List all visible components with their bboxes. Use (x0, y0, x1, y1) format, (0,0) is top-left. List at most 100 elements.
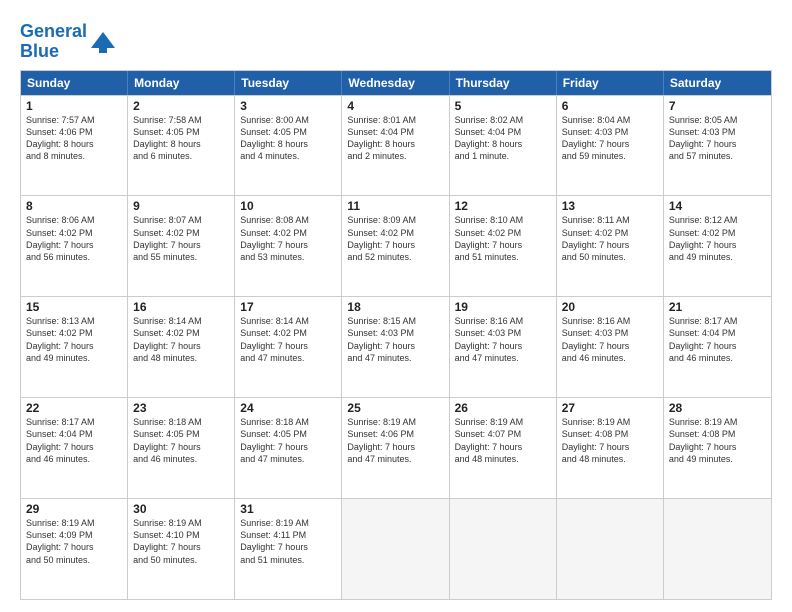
calendar-week: 8Sunrise: 8:06 AMSunset: 4:02 PMDaylight… (21, 195, 771, 296)
day-number: 29 (26, 502, 122, 516)
day-number: 9 (133, 199, 229, 213)
cell-info-line: Daylight: 8 hours (455, 138, 551, 150)
cell-info-line: and 8 minutes. (26, 150, 122, 162)
cell-info-line: Sunset: 4:02 PM (562, 227, 658, 239)
cell-info-line: Sunset: 4:02 PM (133, 227, 229, 239)
calendar-cell-empty (557, 499, 664, 599)
cell-info-line: and 6 minutes. (133, 150, 229, 162)
cell-info-line: Sunrise: 8:14 AM (240, 315, 336, 327)
calendar-cell: 27Sunrise: 8:19 AMSunset: 4:08 PMDayligh… (557, 398, 664, 498)
weekday-header: Monday (128, 71, 235, 95)
calendar-cell: 29Sunrise: 8:19 AMSunset: 4:09 PMDayligh… (21, 499, 128, 599)
cell-info-line: Daylight: 7 hours (240, 340, 336, 352)
cell-info-line: Sunset: 4:02 PM (669, 227, 766, 239)
day-number: 18 (347, 300, 443, 314)
cell-info-line: Daylight: 7 hours (562, 239, 658, 251)
cell-info-line: Daylight: 7 hours (562, 441, 658, 453)
calendar-cell: 16Sunrise: 8:14 AMSunset: 4:02 PMDayligh… (128, 297, 235, 397)
cell-info-line: Daylight: 7 hours (669, 340, 766, 352)
cell-info-line: and 1 minute. (455, 150, 551, 162)
cell-info-line: and 49 minutes. (26, 352, 122, 364)
calendar-body: 1Sunrise: 7:57 AMSunset: 4:06 PMDaylight… (21, 95, 771, 599)
calendar-cell: 31Sunrise: 8:19 AMSunset: 4:11 PMDayligh… (235, 499, 342, 599)
cell-info-line: and 46 minutes. (26, 453, 122, 465)
day-number: 22 (26, 401, 122, 415)
cell-info-line: Daylight: 7 hours (347, 340, 443, 352)
cell-info-line: Sunset: 4:02 PM (455, 227, 551, 239)
day-number: 15 (26, 300, 122, 314)
weekday-header: Thursday (450, 71, 557, 95)
weekday-header: Sunday (21, 71, 128, 95)
cell-info-line: and 48 minutes. (562, 453, 658, 465)
calendar-cell: 21Sunrise: 8:17 AMSunset: 4:04 PMDayligh… (664, 297, 771, 397)
cell-info-line: Sunset: 4:05 PM (133, 126, 229, 138)
day-number: 4 (347, 99, 443, 113)
cell-info-line: Daylight: 7 hours (133, 239, 229, 251)
cell-info-line: Daylight: 8 hours (240, 138, 336, 150)
cell-info-line: Sunrise: 8:07 AM (133, 214, 229, 226)
calendar-cell: 13Sunrise: 8:11 AMSunset: 4:02 PMDayligh… (557, 196, 664, 296)
cell-info-line: Sunrise: 8:19 AM (26, 517, 122, 529)
cell-info-line: Daylight: 7 hours (562, 138, 658, 150)
calendar-cell: 6Sunrise: 8:04 AMSunset: 4:03 PMDaylight… (557, 96, 664, 196)
weekday-header: Friday (557, 71, 664, 95)
cell-info-line: and 57 minutes. (669, 150, 766, 162)
cell-info-line: Sunrise: 8:18 AM (240, 416, 336, 428)
cell-info-line: Daylight: 7 hours (455, 239, 551, 251)
cell-info-line: and 2 minutes. (347, 150, 443, 162)
day-number: 13 (562, 199, 658, 213)
calendar-cell: 10Sunrise: 8:08 AMSunset: 4:02 PMDayligh… (235, 196, 342, 296)
cell-info-line: Sunset: 4:05 PM (240, 126, 336, 138)
calendar-cell: 5Sunrise: 8:02 AMSunset: 4:04 PMDaylight… (450, 96, 557, 196)
calendar-cell: 25Sunrise: 8:19 AMSunset: 4:06 PMDayligh… (342, 398, 449, 498)
cell-info-line: Sunset: 4:03 PM (562, 327, 658, 339)
cell-info-line: Daylight: 7 hours (455, 441, 551, 453)
day-number: 8 (26, 199, 122, 213)
cell-info-line: and 46 minutes. (562, 352, 658, 364)
day-number: 25 (347, 401, 443, 415)
cell-info-line: Sunset: 4:04 PM (455, 126, 551, 138)
calendar-cell: 15Sunrise: 8:13 AMSunset: 4:02 PMDayligh… (21, 297, 128, 397)
calendar-cell: 18Sunrise: 8:15 AMSunset: 4:03 PMDayligh… (342, 297, 449, 397)
cell-info-line: Sunrise: 8:14 AM (133, 315, 229, 327)
cell-info-line: Sunset: 4:08 PM (562, 428, 658, 440)
calendar-cell: 26Sunrise: 8:19 AMSunset: 4:07 PMDayligh… (450, 398, 557, 498)
cell-info-line: and 47 minutes. (347, 453, 443, 465)
cell-info-line: Sunrise: 7:57 AM (26, 114, 122, 126)
cell-info-line: Sunrise: 8:02 AM (455, 114, 551, 126)
calendar-cell: 4Sunrise: 8:01 AMSunset: 4:04 PMDaylight… (342, 96, 449, 196)
cell-info-line: Sunset: 4:03 PM (455, 327, 551, 339)
cell-info-line: Sunrise: 8:16 AM (562, 315, 658, 327)
cell-info-line: and 56 minutes. (26, 251, 122, 263)
day-number: 27 (562, 401, 658, 415)
cell-info-line: Sunset: 4:04 PM (669, 327, 766, 339)
day-number: 2 (133, 99, 229, 113)
calendar-cell: 19Sunrise: 8:16 AMSunset: 4:03 PMDayligh… (450, 297, 557, 397)
day-number: 17 (240, 300, 336, 314)
cell-info-line: Daylight: 7 hours (26, 340, 122, 352)
calendar-cell: 24Sunrise: 8:18 AMSunset: 4:05 PMDayligh… (235, 398, 342, 498)
cell-info-line: Sunset: 4:02 PM (133, 327, 229, 339)
cell-info-line: Sunrise: 8:15 AM (347, 315, 443, 327)
cell-info-line: Daylight: 7 hours (133, 441, 229, 453)
calendar-cell: 9Sunrise: 8:07 AMSunset: 4:02 PMDaylight… (128, 196, 235, 296)
day-number: 12 (455, 199, 551, 213)
day-number: 10 (240, 199, 336, 213)
day-number: 1 (26, 99, 122, 113)
day-number: 20 (562, 300, 658, 314)
cell-info-line: Sunrise: 8:13 AM (26, 315, 122, 327)
cell-info-line: Daylight: 7 hours (669, 239, 766, 251)
calendar-cell: 7Sunrise: 8:05 AMSunset: 4:03 PMDaylight… (664, 96, 771, 196)
cell-info-line: Sunset: 4:05 PM (240, 428, 336, 440)
calendar-cell: 20Sunrise: 8:16 AMSunset: 4:03 PMDayligh… (557, 297, 664, 397)
cell-info-line: Daylight: 8 hours (26, 138, 122, 150)
cell-info-line: Daylight: 8 hours (133, 138, 229, 150)
day-number: 24 (240, 401, 336, 415)
cell-info-line: Daylight: 7 hours (455, 340, 551, 352)
cell-info-line: Daylight: 7 hours (240, 441, 336, 453)
cell-info-line: Sunset: 4:02 PM (26, 327, 122, 339)
cell-info-line: Sunrise: 8:06 AM (26, 214, 122, 226)
cell-info-line: and 59 minutes. (562, 150, 658, 162)
calendar-cell-empty (450, 499, 557, 599)
cell-info-line: and 48 minutes. (455, 453, 551, 465)
